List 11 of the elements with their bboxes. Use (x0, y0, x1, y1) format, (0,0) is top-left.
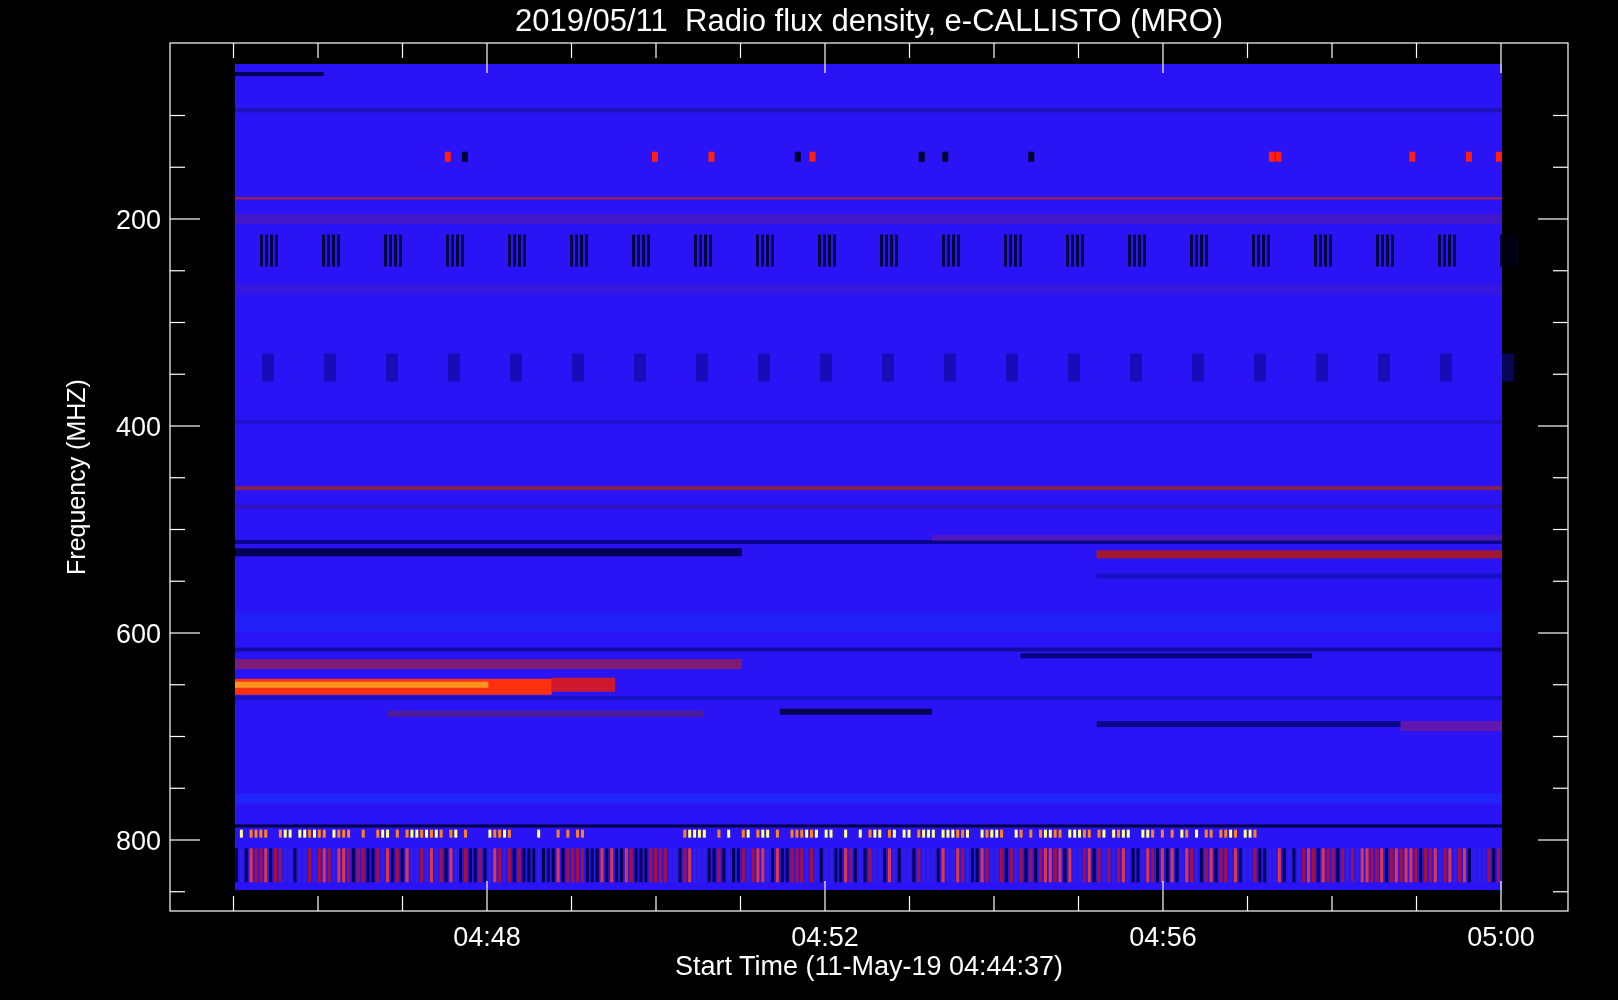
chart-title: 2019/05/11 Radio flux density, e-CALLISTO (MRO) (514, 3, 1224, 38)
axis-tick-label: 600 (115, 619, 161, 649)
axis-title: Start Time (11-May-19 04:44:37) (674, 951, 1064, 981)
axis-tick-label: 400 (115, 412, 161, 442)
axis-tick-label: 800 (115, 826, 161, 856)
axis-title: Frequency (MHZ) (62, 379, 90, 575)
axis-tick-label: 05:00 (1467, 922, 1535, 952)
axis-tick-label: 04:48 (453, 922, 521, 952)
axis-tick-label: 04:52 (791, 922, 859, 952)
axis-tick-label: 200 (115, 205, 161, 235)
axis-tick-label: 04:56 (1129, 922, 1197, 952)
